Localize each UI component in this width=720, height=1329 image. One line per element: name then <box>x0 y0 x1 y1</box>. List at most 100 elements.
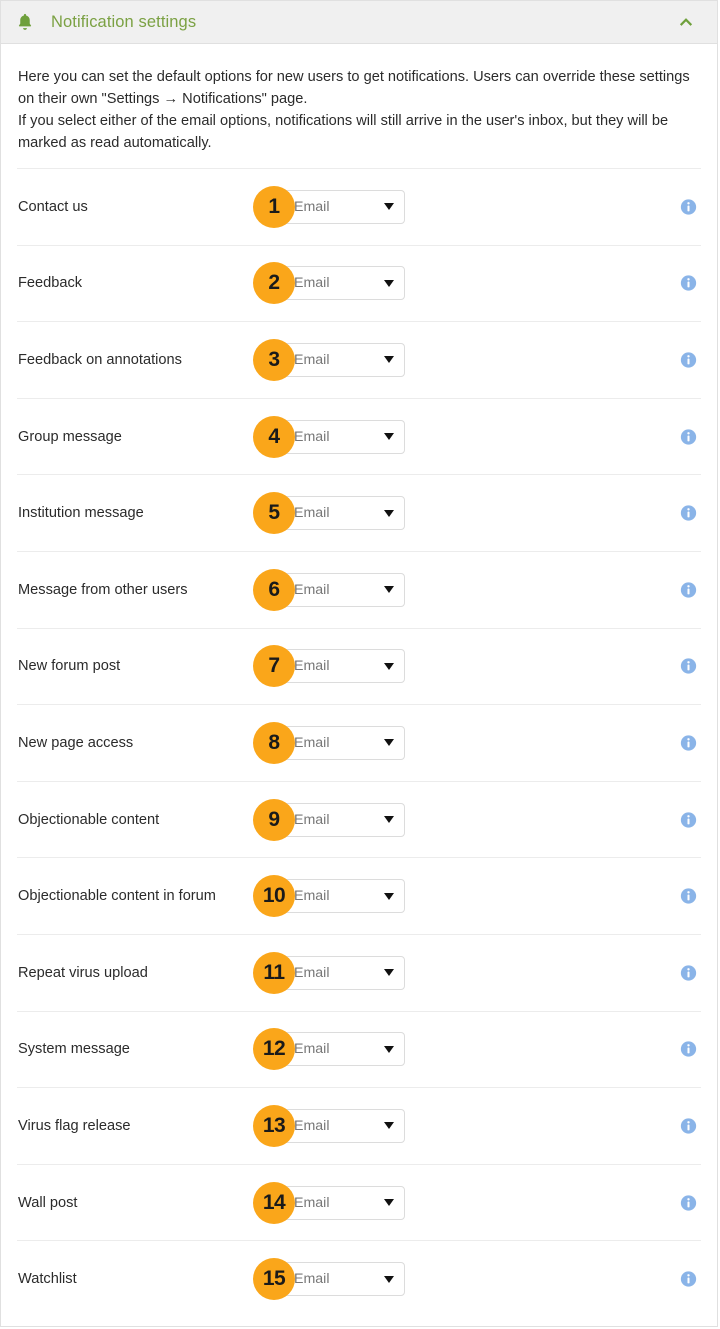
notification-method-value: Email <box>294 734 330 751</box>
chevron-down-icon <box>384 1275 394 1283</box>
step-badge: 8 <box>253 721 295 764</box>
chevron-down-icon <box>384 1122 394 1130</box>
info-icon[interactable] <box>680 888 697 905</box>
notification-method-select[interactable]: Email <box>283 725 405 760</box>
info-icon[interactable] <box>680 964 697 981</box>
notification-method-value: Email <box>294 811 330 828</box>
intro-line-2: If you select either of the email option… <box>18 113 669 151</box>
setting-row-label: Institution message <box>18 505 144 522</box>
notification-method-select[interactable]: Email <box>283 496 405 531</box>
info-icon[interactable] <box>680 351 697 368</box>
setting-row-6: New forum post 7 Email <box>17 627 701 705</box>
step-badge: 9 <box>253 798 295 841</box>
setting-row-control: Email <box>283 802 405 837</box>
step-badge: 11 <box>253 951 295 994</box>
setting-row-label: Message from other users <box>18 581 188 598</box>
setting-row-control: Email <box>283 342 405 377</box>
setting-row-control: Email <box>283 419 405 454</box>
step-badge: 15 <box>253 1258 295 1301</box>
notification-method-select[interactable]: Email <box>283 802 405 837</box>
chevron-down-icon <box>384 1199 394 1207</box>
bell-icon <box>15 12 35 32</box>
step-badge: 6 <box>253 568 295 611</box>
chevron-down-icon <box>384 892 394 900</box>
notification-method-value: Email <box>294 1271 330 1288</box>
setting-row-5: Message from other users 6 Email <box>17 550 701 628</box>
notification-method-value: Email <box>294 1117 330 1134</box>
chevron-down-icon <box>384 433 394 441</box>
setting-row-control: Email <box>283 1262 405 1297</box>
setting-row-control: Email <box>283 879 405 914</box>
setting-row-control: Email <box>283 189 405 224</box>
setting-row-control: Email <box>283 1185 405 1220</box>
notification-settings-panel: Notification settings Here you can set t… <box>0 0 718 1327</box>
notification-method-select[interactable]: Email <box>283 266 405 301</box>
chevron-down-icon <box>384 356 394 364</box>
panel-header[interactable]: Notification settings <box>1 1 717 44</box>
setting-row-14: Watchlist 15 Email <box>17 1240 701 1317</box>
notification-method-select[interactable]: Email <box>283 955 405 990</box>
setting-row-label: Objectionable content <box>18 811 160 828</box>
info-icon[interactable] <box>680 1194 697 1211</box>
info-icon[interactable] <box>680 275 697 292</box>
chevron-down-icon <box>384 1045 394 1053</box>
setting-row-2: Feedback on annotations 3 Email <box>17 321 701 398</box>
info-icon[interactable] <box>680 1117 697 1134</box>
chevron-down-icon <box>384 586 394 594</box>
notification-method-select[interactable]: Email <box>283 1262 405 1297</box>
setting-row-7: New page access 8 Email <box>17 704 701 781</box>
setting-row-label: Feedback <box>18 275 83 292</box>
setting-row-label: Group message <box>18 428 122 445</box>
setting-row-label: Objectionable content in forum <box>18 888 216 905</box>
notification-method-select[interactable]: Email <box>283 189 405 224</box>
info-icon[interactable] <box>680 811 697 828</box>
notification-method-select[interactable]: Email <box>283 879 405 914</box>
chevron-down-icon <box>384 509 394 517</box>
notification-method-select[interactable]: Email <box>283 1108 405 1143</box>
chevron-up-icon[interactable] <box>677 13 695 31</box>
setting-row-11: System message 12 Email <box>17 1010 701 1088</box>
info-icon[interactable] <box>680 198 697 215</box>
intro-text: Here you can set the default options for… <box>1 44 717 168</box>
info-icon[interactable] <box>680 581 697 598</box>
notification-method-select[interactable]: Email <box>283 1185 405 1220</box>
setting-row-10: Repeat virus upload 11 Email <box>17 933 701 1011</box>
notification-method-value: Email <box>294 658 330 675</box>
notification-method-value: Email <box>294 581 330 598</box>
chevron-down-icon <box>384 279 394 287</box>
page-title: Notification settings <box>51 12 197 31</box>
setting-row-control: Email <box>283 955 405 990</box>
info-icon[interactable] <box>680 658 697 675</box>
setting-row-label: New forum post <box>18 658 121 675</box>
info-icon[interactable] <box>680 1041 697 1058</box>
step-badge: 4 <box>253 415 295 458</box>
info-icon[interactable] <box>680 734 697 751</box>
chevron-down-icon <box>384 662 394 670</box>
setting-row-9: Objectionable content in forum 10 Email <box>17 857 701 934</box>
info-icon[interactable] <box>680 1271 697 1288</box>
notification-method-select[interactable]: Email <box>283 342 405 377</box>
setting-row-label: Virus flag release <box>18 1117 131 1134</box>
notification-method-select[interactable]: Email <box>283 649 405 684</box>
step-badge: 14 <box>253 1181 295 1224</box>
step-badge: 13 <box>253 1104 295 1147</box>
setting-row-1: Feedback 2 Email <box>17 244 701 322</box>
setting-row-0: Contact us 1 Email <box>17 168 701 245</box>
settings-rows: Contact us 1 Email Feedback 2 Email Feed… <box>1 168 717 1317</box>
notification-method-value: Email <box>294 428 330 445</box>
notification-method-select[interactable]: Email <box>283 1032 405 1067</box>
setting-row-13: Wall post 14 Email <box>17 1163 701 1241</box>
setting-row-label: Feedback on annotations <box>18 351 182 368</box>
notification-method-select[interactable]: Email <box>283 572 405 607</box>
setting-row-control: Email <box>283 725 405 760</box>
notification-method-select[interactable]: Email <box>283 419 405 454</box>
step-badge: 3 <box>253 338 295 381</box>
info-icon[interactable] <box>680 428 697 445</box>
setting-row-3: Group message 4 Email <box>17 397 701 475</box>
info-icon[interactable] <box>680 505 697 522</box>
setting-row-control: Email <box>283 496 405 531</box>
step-badge: 12 <box>253 1028 295 1071</box>
setting-row-label: Contact us <box>18 198 88 215</box>
notification-method-value: Email <box>294 351 330 368</box>
step-badge: 5 <box>253 492 295 535</box>
